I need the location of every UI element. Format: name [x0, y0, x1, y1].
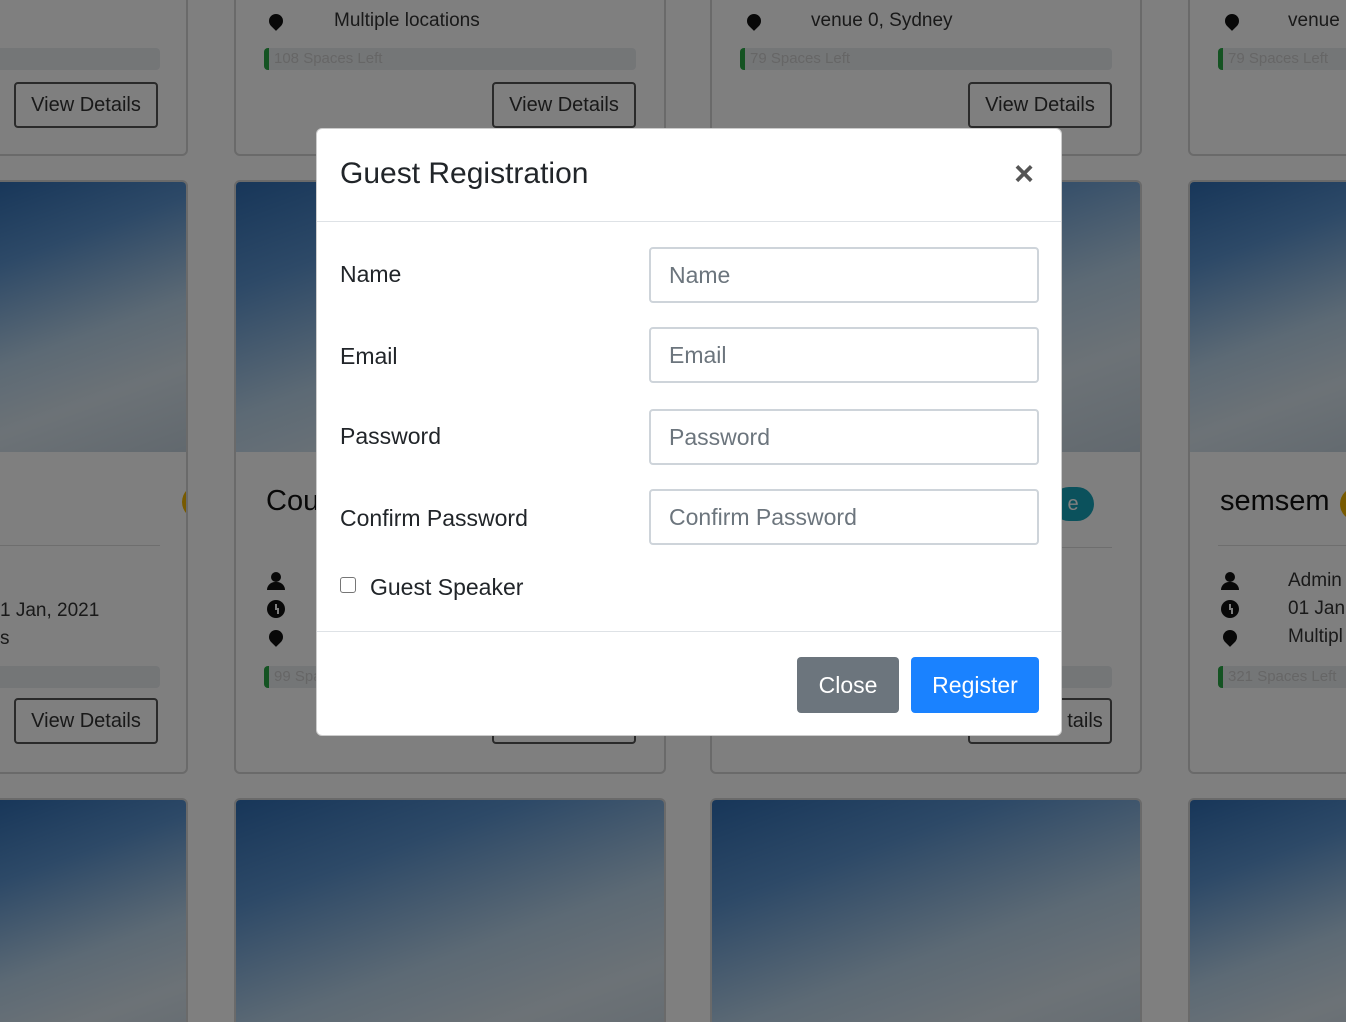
- email-input[interactable]: [649, 327, 1039, 383]
- password-input[interactable]: [649, 409, 1039, 465]
- close-icon[interactable]: ×: [1009, 157, 1039, 191]
- password-label: Password: [340, 423, 441, 449]
- register-button[interactable]: Register: [911, 657, 1039, 713]
- name-input[interactable]: [649, 247, 1039, 303]
- modal-header: Guest Registration ×: [317, 129, 1061, 222]
- confirm-password-input[interactable]: [649, 489, 1039, 545]
- modal-title: Guest Registration: [340, 157, 589, 190]
- email-label: Email: [340, 343, 398, 369]
- guest-speaker-label[interactable]: Guest Speaker: [370, 574, 523, 601]
- name-label: Name: [340, 261, 402, 287]
- close-button[interactable]: Close: [797, 657, 899, 713]
- confirm-password-label: Confirm Password: [340, 505, 528, 531]
- guest-speaker-checkbox[interactable]: [340, 577, 356, 593]
- modal-footer-divider: [317, 631, 1061, 632]
- guest-registration-modal: Guest Registration × Name Email Password…: [316, 128, 1062, 736]
